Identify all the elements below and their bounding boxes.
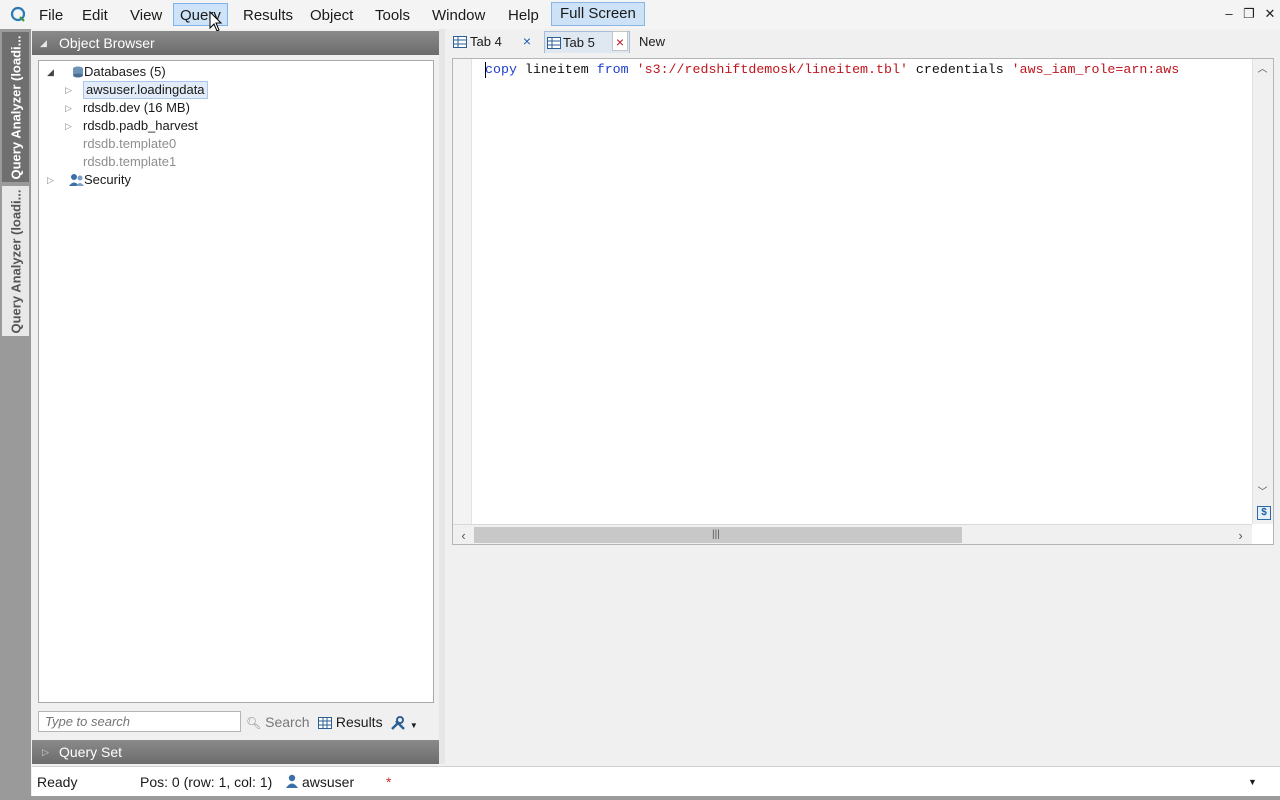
tree-node-rdsdb-template1[interactable]: rdsdb.template1 [65, 153, 425, 171]
database-icon [73, 66, 83, 78]
collapsed-triangle-icon[interactable]: ▷ [47, 171, 57, 189]
tree-node-databases[interactable]: ◢ Databases (5) [45, 63, 425, 81]
object-browser-header[interactable]: ◢ Object Browser [32, 31, 439, 55]
mouse-cursor-icon [209, 11, 223, 32]
object-tree: ◢ Databases (5) ▷ awsuser.loadingdata ▷ … [38, 60, 434, 703]
status-ready: Ready [37, 774, 78, 790]
status-user: awsuser [302, 774, 355, 790]
collapse-triangle-icon[interactable]: ◢ [40, 31, 47, 55]
tab-new[interactable]: New [639, 31, 665, 53]
expanded-triangle-icon[interactable]: ◢ [47, 63, 57, 81]
status-dropdown-icon[interactable]: ▼ [1248, 767, 1257, 797]
grid-icon [547, 37, 561, 49]
scroll-left-icon[interactable]: ‹ [455, 527, 472, 544]
code-token: 'aws_iam_role=arn:aws [1011, 62, 1180, 77]
modified-indicator: * [386, 774, 392, 790]
results-button[interactable]: Results [318, 712, 383, 732]
code-token: copy [485, 62, 517, 77]
menu-results[interactable]: Results [236, 3, 300, 26]
tree-node-rdsdb-padb-harvest[interactable]: ▷ rdsdb.padb_harvest [65, 117, 425, 135]
editor-tab-strip: Tab 4 × Tab 5 × New [445, 29, 1280, 54]
query-set-header[interactable]: ▷ Query Set [32, 740, 439, 764]
text-caret [485, 62, 486, 78]
sync-icon[interactable]: $ [1257, 506, 1271, 520]
grid-icon [318, 717, 332, 729]
minimize-icon[interactable]: – [1222, 6, 1236, 22]
search-button[interactable]: 🔍︎ Search [246, 712, 309, 732]
search-input[interactable] [38, 711, 241, 732]
code-token: 's3://redshiftdemosk/lineitem.tbl' [636, 62, 908, 77]
tab-4-close-icon[interactable]: × [519, 31, 535, 51]
tab-5-close-icon[interactable]: × [612, 31, 628, 51]
collapsed-triangle-icon[interactable]: ▷ [65, 117, 75, 135]
collapsed-triangle-icon[interactable]: ▷ [65, 99, 75, 117]
tree-node-rdsdb-template0[interactable]: rdsdb.template0 [65, 135, 425, 153]
scroll-down-icon[interactable]: ﹀ [1254, 484, 1271, 501]
code-token: lineitem [516, 62, 597, 77]
panel-splitter[interactable] [439, 29, 445, 764]
horizontal-scrollbar[interactable]: ‹ ||| › [453, 524, 1252, 544]
menu-edit[interactable]: Edit [75, 3, 115, 26]
full-screen-button[interactable]: Full Screen [551, 2, 645, 26]
menu-object[interactable]: Object [303, 3, 360, 26]
user-icon [286, 774, 298, 788]
menu-window[interactable]: Window [425, 3, 492, 26]
menu-file[interactable]: File [32, 3, 70, 26]
vertical-scrollbar[interactable]: ︿ ﹀ [1252, 59, 1273, 524]
vertical-tab-query-analyzer-1[interactable]: Query Analyzer (loadi... [2, 32, 29, 182]
tools-icon [391, 716, 405, 730]
vertical-tab-query-analyzer-2[interactable]: Query Analyzer (loadi... [2, 186, 29, 336]
menu-bar: File Edit View Query Results Object Tool… [0, 0, 1280, 29]
horizontal-scroll-thumb[interactable]: ||| [474, 527, 962, 543]
menu-tools[interactable]: Tools [368, 3, 417, 26]
tools-dropdown-button[interactable]: ▼ [390, 712, 418, 732]
expand-triangle-icon[interactable]: ▷ [42, 740, 49, 764]
menu-view[interactable]: View [123, 3, 169, 26]
status-bar: Ready Pos: 0 (row: 1, col: 1) awsuser * … [32, 766, 1280, 796]
code-line-1[interactable]: copy lineitem from 's3://redshiftdemosk/… [485, 61, 1252, 79]
vertical-tab-strip: Query Analyzer (loadi... Query Analyzer … [0, 29, 31, 800]
search-icon: 🔍︎ [246, 716, 262, 730]
object-browser-toolbar: 🔍︎ Search Results ▼ [32, 706, 439, 738]
scroll-up-icon[interactable]: ︿ [1254, 61, 1271, 78]
close-icon[interactable]: ✕ [1263, 6, 1277, 22]
window-bottom-edge [0, 796, 1280, 800]
sql-editor[interactable]: copy lineitem from 's3://redshiftdemosk/… [452, 58, 1274, 545]
code-token: credentials [907, 62, 1012, 77]
grid-icon [453, 36, 467, 48]
code-token: from [596, 62, 629, 77]
tree-node-security[interactable]: ▷ Security [45, 171, 425, 189]
editor-gutter [453, 59, 472, 524]
collapsed-triangle-icon[interactable]: ▷ [65, 81, 75, 99]
menu-help[interactable]: Help [501, 3, 546, 26]
tree-node-awsuser-loadingdata[interactable]: ▷ awsuser.loadingdata [65, 81, 425, 99]
app-logo-icon [10, 6, 26, 22]
tree-node-rdsdb-dev[interactable]: ▷ rdsdb.dev (16 MB) [65, 99, 425, 117]
users-icon [69, 174, 84, 186]
chevron-down-icon: ▼ [409, 721, 418, 730]
scroll-right-icon[interactable]: › [1232, 527, 1249, 544]
restore-icon[interactable]: ❐ [1242, 6, 1256, 22]
cursor-position: Pos: 0 (row: 1, col: 1) [140, 774, 273, 790]
